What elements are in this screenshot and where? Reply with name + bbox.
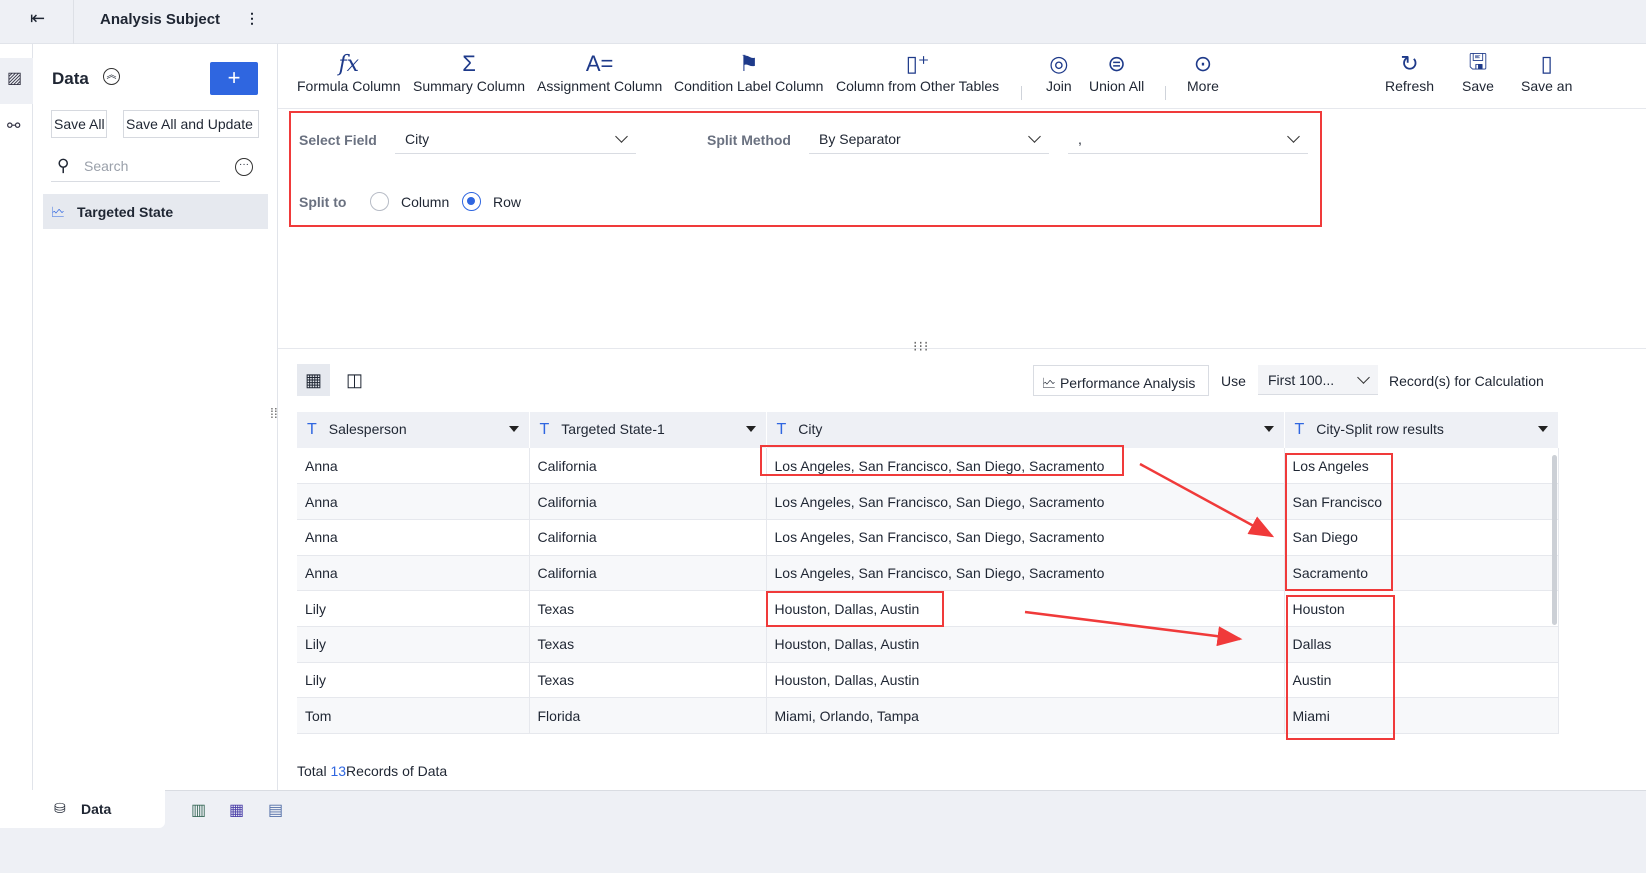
record-total: Total 13Records of Data (297, 763, 447, 779)
bottom-bar: ⛁ Data ▥ ▦ ▤ (0, 790, 1646, 873)
add-chart-icon[interactable]: ▥ (191, 800, 206, 820)
annotation-arrows (1024, 462, 1275, 647)
tab-data[interactable]: ⛁ Data (0, 790, 165, 828)
add-dashboard-icon[interactable]: ▦ (229, 800, 244, 820)
arrow (1139, 462, 1275, 538)
total-suffix: Records of Data (346, 763, 448, 779)
database-icon: ⛁ (54, 800, 66, 816)
tab-label: Data (81, 801, 112, 817)
total-prefix: Total (297, 763, 327, 779)
arrow (1024, 610, 1243, 647)
total-count: 13 (330, 763, 347, 779)
add-report-icon[interactable]: ▤ (268, 800, 283, 820)
